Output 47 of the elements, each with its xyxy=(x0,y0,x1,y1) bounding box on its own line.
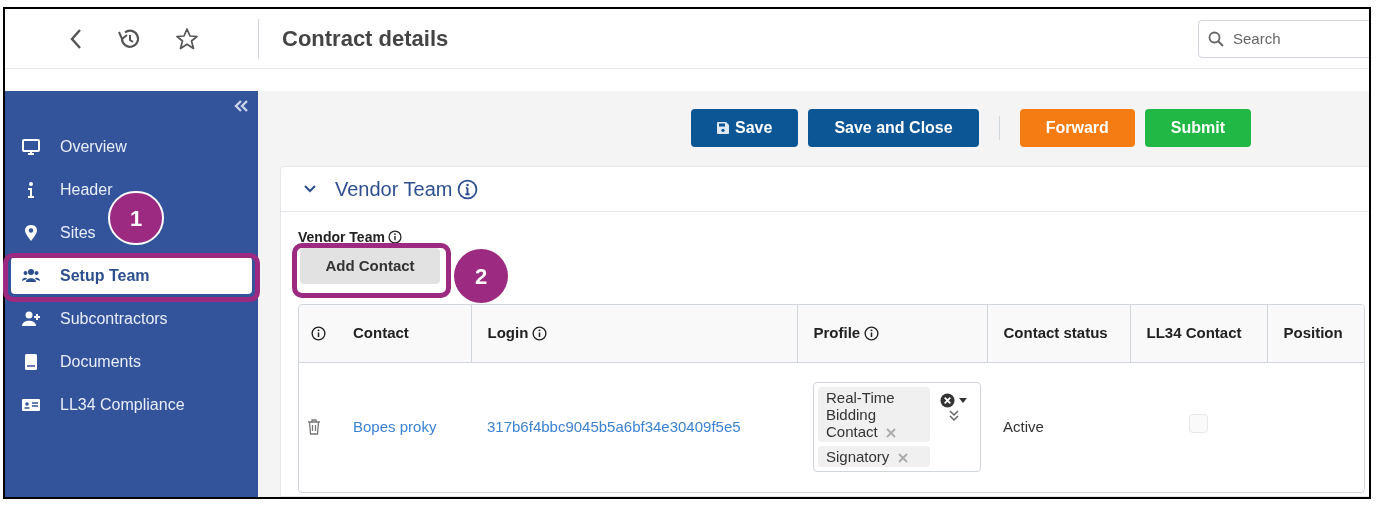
clear-icon[interactable] xyxy=(940,393,955,409)
field-label: Vendor Team xyxy=(298,227,385,247)
dropdown-caret-icon[interactable] xyxy=(959,398,967,404)
login-link[interactable]: 317b6f4bbc9045b5a6bf34e30409f5e5 xyxy=(487,418,741,436)
sidebar-item[interactable]: Sites xyxy=(22,211,96,254)
history-icon[interactable] xyxy=(117,27,141,50)
back-icon[interactable] xyxy=(69,27,83,50)
status-text: Active xyxy=(1003,418,1044,436)
search-field[interactable]: Search xyxy=(1198,19,1369,58)
save-icon xyxy=(717,121,729,134)
info-icon[interactable] xyxy=(456,178,478,200)
sidebar-item[interactable]: Subcontractors xyxy=(22,297,168,340)
star-icon[interactable] xyxy=(175,26,199,51)
contact-link[interactable]: Bopes proky xyxy=(353,418,437,436)
sidebar-item[interactable]: Overview xyxy=(22,125,127,168)
info-icon[interactable] xyxy=(532,325,548,341)
sidebar-item[interactable]: Setup Team xyxy=(11,257,252,294)
toolbar-button[interactable]: Save xyxy=(691,108,799,147)
profile-select[interactable]: Real-Time Bidding Contact Signatory xyxy=(813,382,981,473)
location-pin-icon xyxy=(22,223,40,242)
info-icon[interactable] xyxy=(864,325,880,341)
team-icon xyxy=(22,266,40,285)
profile-tag: Signatory xyxy=(818,446,930,468)
info-icon[interactable] xyxy=(311,325,326,341)
section-title: Vendor Team xyxy=(335,177,453,202)
search-icon xyxy=(1208,30,1224,47)
book-icon xyxy=(22,352,40,371)
checkbox[interactable] xyxy=(1189,414,1208,434)
add-contact-button[interactable]: Add Contact xyxy=(300,248,440,284)
column-header: Profile xyxy=(813,323,861,343)
expand-icon[interactable] xyxy=(948,410,959,423)
column-header: Contact xyxy=(353,323,409,343)
sidebar-item[interactable]: Documents xyxy=(22,340,141,383)
toolbar-button[interactable]: Save and Close xyxy=(808,108,979,147)
column-header: Login xyxy=(487,323,529,343)
profile-tag: Real-Time Bidding Contact xyxy=(818,387,930,443)
add-user-icon xyxy=(22,309,40,328)
page-title: Contract details xyxy=(282,25,449,53)
info-icon[interactable] xyxy=(387,230,402,244)
column-header: Position xyxy=(1283,323,1343,343)
column-header: Contact status xyxy=(1003,323,1108,343)
column-header: LL34 Contact xyxy=(1146,323,1242,343)
collapse-icon[interactable] xyxy=(234,100,248,112)
sidebar-item[interactable]: LL34 Compliance xyxy=(22,383,185,426)
trash-icon[interactable] xyxy=(307,419,321,436)
chevron-icon[interactable] xyxy=(303,184,317,194)
monitor-icon xyxy=(22,137,40,156)
